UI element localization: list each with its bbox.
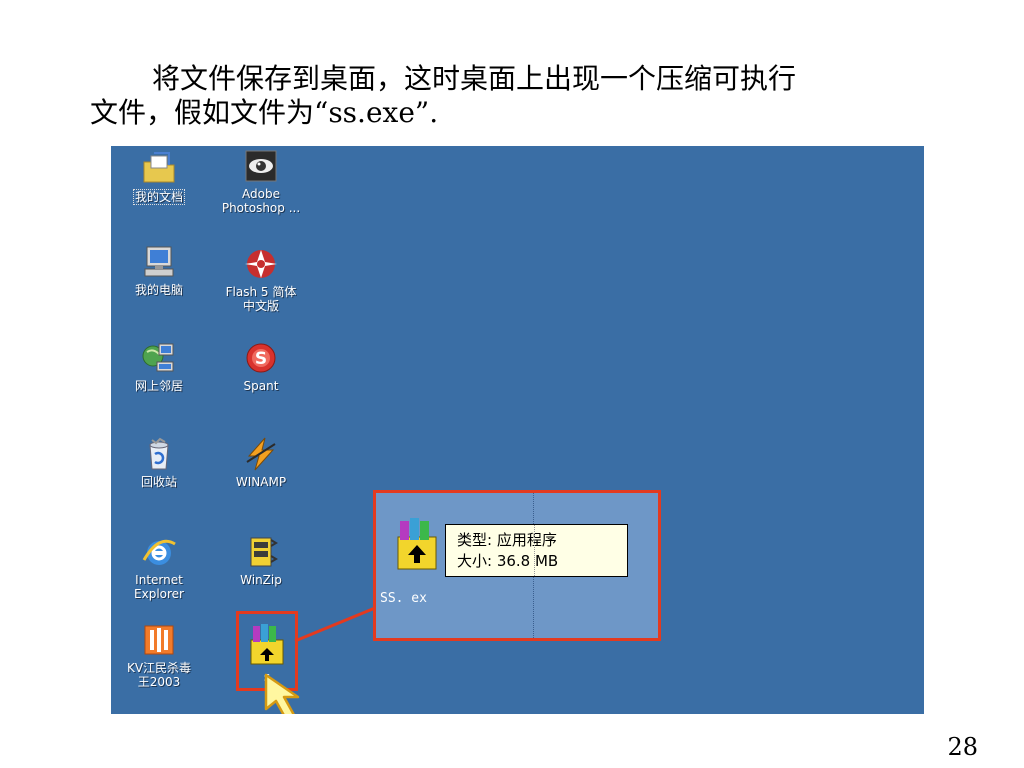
- desktop-icon-photoshop[interactable]: Adobe Photoshop ...: [213, 148, 309, 215]
- icon-label: Internet Explorer: [134, 573, 184, 601]
- desktop-icon-my-computer[interactable]: 我的电脑: [111, 244, 207, 297]
- desktop-icon-spant[interactable]: S Spant: [213, 340, 309, 393]
- my-computer-icon: [144, 246, 174, 277]
- spant-icon: S: [246, 343, 276, 373]
- mouse-pointer-arrow-icon: [264, 673, 300, 714]
- kv-antivirus-icon: [144, 625, 174, 655]
- network-neighborhood-icon: [142, 343, 174, 372]
- icon-label: 网上邻居: [134, 379, 183, 393]
- windows-desktop[interactable]: 我的文档 我的电脑 网上邻居 回收站 Internet Explorer KV江…: [111, 146, 924, 714]
- desktop-icon-my-documents[interactable]: 我的文档: [111, 150, 207, 205]
- slide-caption: 将文件保存到桌面，这时桌面上出现一个压缩可执行 文件，假如文件为“ss.exe”…: [90, 62, 970, 130]
- zoom-detail-box: SS. ex 类型: 应用程序 大小: 36.8 MB: [373, 490, 661, 641]
- icon-label: KV江民杀毒 王2003: [126, 661, 192, 689]
- icon-label: Flash 5 简体 中文版: [225, 285, 297, 313]
- icon-label: WINAMP: [235, 475, 287, 489]
- icon-label: WinZip: [240, 573, 282, 587]
- icon-label: 我的电脑: [134, 283, 183, 297]
- icon-label: 我的文档: [132, 189, 186, 205]
- winzip-icon: [250, 537, 278, 567]
- icon-label: 回收站: [140, 475, 177, 489]
- tooltip-type-row: 类型: 应用程序: [457, 531, 557, 549]
- winamp-icon: [246, 437, 276, 471]
- desktop-icon-winamp[interactable]: WINAMP: [213, 436, 309, 489]
- desktop-icon-kv-antivirus[interactable]: KV江民杀毒 王2003: [111, 622, 207, 689]
- caption-line-2: 文件，假如文件为“ss.exe”.: [90, 96, 439, 129]
- icon-label: Spant: [243, 379, 279, 393]
- desktop-icon-internet-explorer[interactable]: Internet Explorer: [111, 534, 207, 601]
- photoshop-eye-icon: [245, 150, 277, 182]
- internet-explorer-icon: [142, 539, 176, 565]
- winrar-sfx-icon: [250, 624, 284, 665]
- tooltip-size-row: 大小: 36.8 MB: [457, 552, 559, 570]
- page-number: 28: [947, 733, 978, 761]
- desktop-icon-flash5[interactable]: Flash 5 简体 中文版: [213, 246, 309, 313]
- tooltip-divider: [534, 525, 535, 576]
- recycle-bin-icon: [149, 437, 169, 470]
- flash-icon: [245, 250, 277, 278]
- winrar-sfx-icon: [397, 518, 437, 570]
- icon-label: Adobe Photoshop ...: [221, 187, 301, 215]
- my-documents-folder-icon: [143, 152, 175, 183]
- desktop-icon-winzip[interactable]: WinZip: [213, 534, 309, 587]
- svg-text:S: S: [255, 349, 267, 369]
- file-info-tooltip: 类型: 应用程序 大小: 36.8 MB: [445, 524, 628, 577]
- file-name-label: SS. ex: [380, 591, 427, 606]
- desktop-icon-recycle-bin[interactable]: 回收站: [111, 436, 207, 489]
- caption-line-1: 将文件保存到桌面，这时桌面上出现一个压缩可执行: [152, 62, 797, 95]
- desktop-icon-network[interactable]: 网上邻居: [111, 340, 207, 393]
